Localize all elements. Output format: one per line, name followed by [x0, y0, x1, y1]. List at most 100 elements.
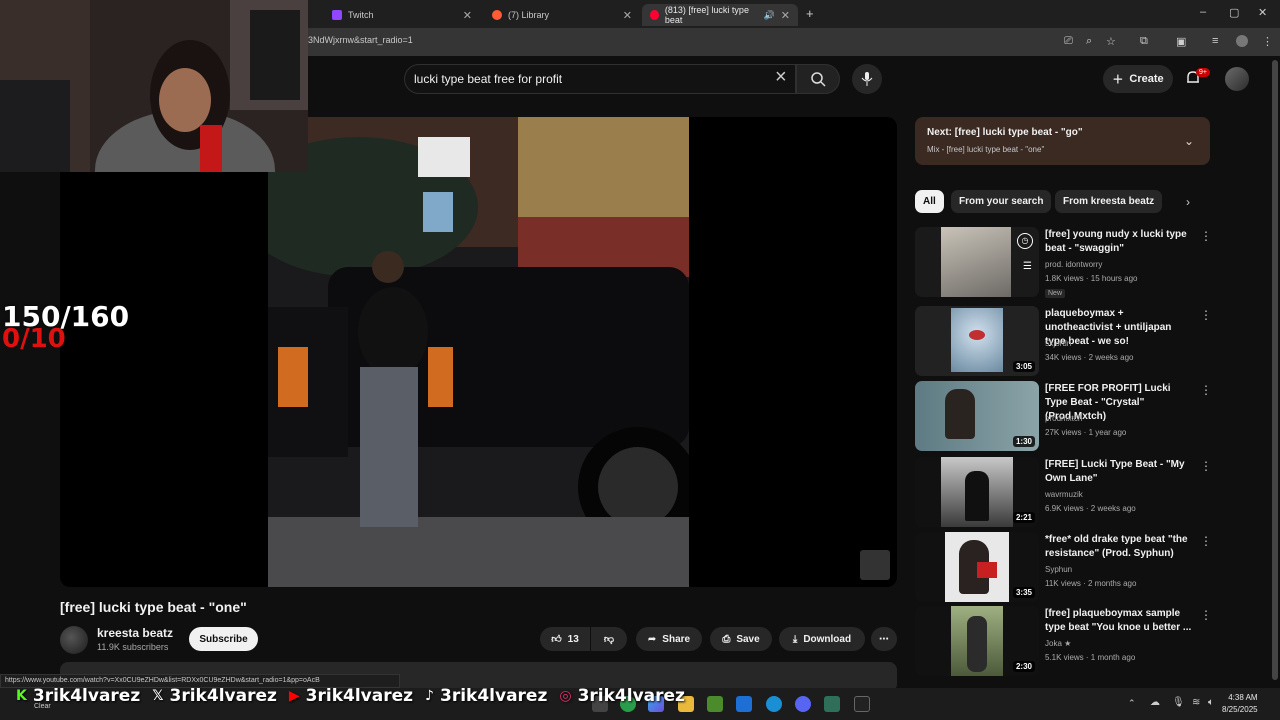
tray-chevron-icon[interactable]: ⌃: [1128, 698, 1136, 709]
more-vertical-icon[interactable]: ⋮: [1200, 608, 1212, 622]
save-button[interactable]: ⎙ Save: [710, 627, 772, 651]
dislike-button[interactable]: 👎︎: [591, 627, 627, 651]
tab-search-icon[interactable]: ≡: [1212, 35, 1218, 47]
share-icon: ➦: [647, 633, 657, 645]
menu-kebab-icon[interactable]: ⋮: [1262, 35, 1273, 48]
social-youtube: ▶ 3rik4lvarez: [288, 686, 414, 706]
recommendation-meta: 11K views · 2 months ago: [1045, 579, 1137, 588]
recommendation-meta: 27K views · 1 year ago: [1045, 428, 1127, 437]
recommendation-item[interactable]: ◷ ☰ [free] young nudy x lucki type beat …: [915, 227, 1215, 299]
speaker-icon[interactable]: 🔊: [764, 10, 775, 21]
account-avatar[interactable]: [1225, 67, 1249, 91]
microphone-icon: [861, 72, 873, 86]
recommendation-channel: wavrmuzik: [1045, 490, 1083, 499]
close-window-icon[interactable]: ✕: [1258, 6, 1267, 19]
recommendation-title[interactable]: [FREE] Lucki Type Beat - "My Own Lane": [1045, 458, 1193, 486]
bookmark-icon: ⎙: [722, 633, 731, 645]
video-frame[interactable]: [268, 117, 689, 587]
chevron-down-icon[interactable]: ⌄: [1184, 134, 1194, 148]
recommendation-item[interactable]: 2:30 [free] plaqueboymax sample type bea…: [915, 606, 1215, 678]
voice-search-button[interactable]: [852, 64, 882, 94]
edge-icon[interactable]: [766, 696, 782, 712]
more-actions-button[interactable]: ⋯: [871, 627, 897, 651]
minimize-icon[interactable]: –: [1200, 6, 1206, 18]
url-field[interactable]: 3NdWjxrnw&start_radio=1: [308, 35, 413, 45]
tab-youtube-active[interactable]: (813) [free] lucki type beat 🔊 ✕: [642, 4, 798, 26]
search-icon: [811, 72, 826, 87]
more-vertical-icon[interactable]: ⋮: [1200, 229, 1212, 243]
new-tab-icon[interactable]: +: [806, 6, 814, 21]
extensions-icon[interactable]: ⧉: [1140, 35, 1148, 48]
video-thumbnail[interactable]: 1:30: [915, 381, 1039, 451]
more-vertical-icon[interactable]: ⋮: [1200, 308, 1212, 322]
system-clock[interactable]: 4:38 AM 8/25/2025: [1222, 692, 1258, 716]
bookmark-star-icon[interactable]: ☆: [1106, 35, 1116, 48]
close-tab-icon[interactable]: ✕: [623, 9, 632, 22]
chip-from-your-search[interactable]: From your search: [951, 190, 1052, 213]
recommendation-title[interactable]: *free* old drake type beat "the resistan…: [1045, 533, 1193, 561]
recommendation-title[interactable]: [free] young nudy x lucki type beat - "s…: [1045, 228, 1193, 256]
microphone-tray-icon[interactable]: 🎙︎: [1172, 697, 1185, 708]
video-thumbnail[interactable]: ◷ ☰: [915, 227, 1039, 297]
minecraft-icon[interactable]: [707, 696, 723, 712]
create-button[interactable]: ＋ Create: [1103, 65, 1173, 93]
share-button[interactable]: ➦ Share: [636, 627, 702, 651]
wifi-icon[interactable]: ≋: [1192, 697, 1200, 708]
chip-from-channel[interactable]: From kreesta beatz: [1055, 190, 1163, 213]
chevron-right-icon[interactable]: ›: [1186, 195, 1190, 209]
recommendation-item[interactable]: 3:05 plaqueboymax + unotheactivist + unt…: [915, 306, 1215, 378]
recommendation-channel: Joka ★: [1045, 639, 1072, 648]
goal-counter-sub: 0/10: [2, 324, 66, 354]
clear-search-icon[interactable]: ×: [775, 66, 787, 89]
search-button[interactable]: [796, 64, 840, 94]
more-vertical-icon[interactable]: ⋮: [1200, 383, 1212, 397]
tab-library[interactable]: (7) Library ✕: [484, 4, 640, 26]
search-input[interactable]: lucki type beat free for profit: [414, 72, 562, 86]
x-icon: 𝕏: [152, 688, 164, 704]
up-next-panel[interactable]: [915, 117, 1210, 165]
subscribe-button[interactable]: Subscribe: [189, 627, 258, 651]
close-tab-icon[interactable]: ✕: [463, 9, 472, 22]
chip-all[interactable]: All: [915, 190, 944, 213]
app-icon[interactable]: [824, 696, 840, 712]
recommendation-item[interactable]: 1:30 [FREE FOR PROFIT] Lucki Type Beat -…: [915, 381, 1215, 453]
store-icon[interactable]: [736, 696, 752, 712]
video-thumbnail[interactable]: 2:21: [915, 457, 1039, 527]
video-thumbnail[interactable]: 2:30: [915, 606, 1039, 676]
video-thumbnail[interactable]: 3:35: [915, 532, 1039, 602]
recommendation-item[interactable]: 2:21 [FREE] Lucki Type Beat - "My Own La…: [915, 457, 1215, 529]
like-button[interactable]: 👍︎ 13: [540, 627, 590, 651]
webcam-overlay: [0, 0, 308, 172]
epic-games-icon[interactable]: [854, 696, 870, 712]
close-tab-icon[interactable]: ✕: [781, 9, 790, 22]
new-badge: New: [1045, 289, 1066, 298]
tab-twitch[interactable]: Twitch ✕: [324, 4, 480, 26]
recommendation-item[interactable]: 3:35 *free* old drake type beat "the res…: [915, 532, 1215, 604]
profile-icon[interactable]: [1236, 35, 1248, 47]
zoom-icon[interactable]: ⌕: [1086, 35, 1092, 48]
recommendation-title[interactable]: [free] plaqueboymax sample type beat "Yo…: [1045, 607, 1193, 635]
end-screen-thumbnail[interactable]: [860, 550, 890, 580]
youtube-icon: [650, 10, 659, 20]
plus-icon: ＋: [1112, 74, 1124, 86]
page-scrollbar[interactable]: [1272, 60, 1278, 680]
social-instagram: ◎ 3rik4lvarez: [559, 686, 685, 706]
social-x: 𝕏 3rik4lvarez: [152, 686, 277, 706]
discord-icon[interactable]: [795, 696, 811, 712]
channel-avatar[interactable]: [60, 626, 88, 654]
download-button[interactable]: ⤓ Download: [779, 627, 865, 651]
volume-icon[interactable]: 🔈︎: [1208, 697, 1214, 708]
more-vertical-icon[interactable]: ⋮: [1200, 459, 1212, 473]
recommendation-meta: 5.1K views · 1 month ago: [1045, 653, 1136, 662]
recommendation-channel: prodmxtch: [1045, 414, 1083, 423]
duration-badge: 3:05: [1012, 361, 1035, 372]
cast-icon[interactable]: ⎚: [1064, 35, 1073, 48]
watch-later-icon[interactable]: ◷: [1017, 233, 1033, 249]
side-panel-icon[interactable]: ▣: [1176, 35, 1186, 48]
more-vertical-icon[interactable]: ⋮: [1200, 534, 1212, 548]
cloud-icon[interactable]: ☁: [1150, 697, 1160, 708]
restore-icon[interactable]: ▢: [1229, 6, 1239, 19]
channel-name[interactable]: kreesta beatz: [97, 626, 173, 640]
add-to-queue-icon[interactable]: ☰: [1023, 261, 1032, 272]
video-thumbnail[interactable]: 3:05: [915, 306, 1039, 376]
